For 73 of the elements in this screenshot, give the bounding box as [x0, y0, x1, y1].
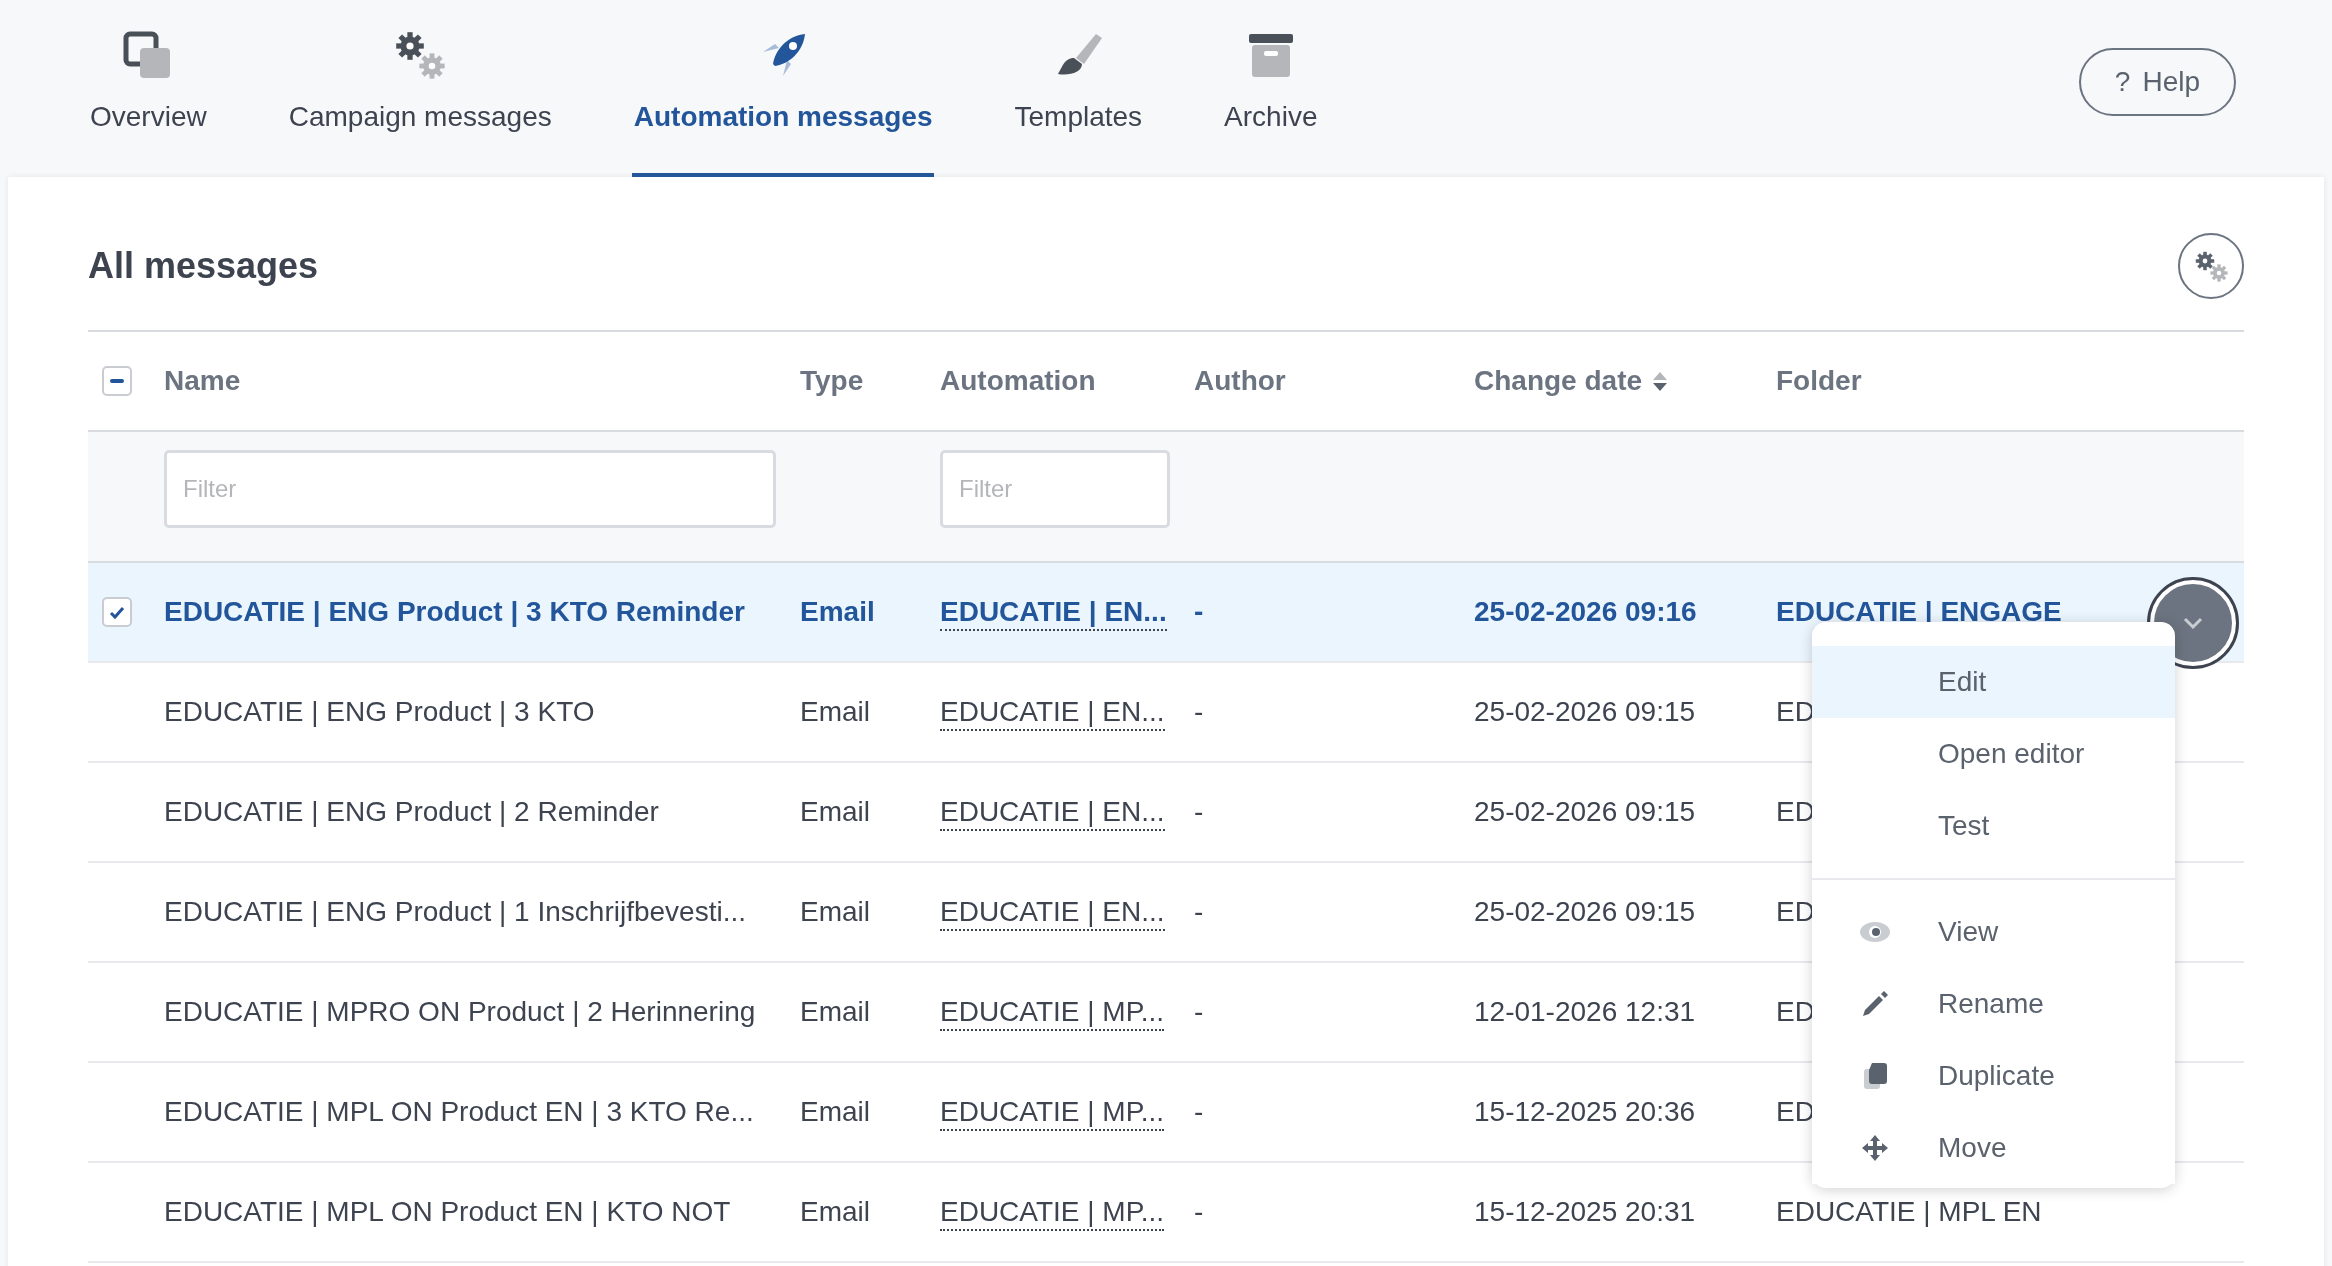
table-cell: - [1194, 596, 1204, 627]
table-cell: 25-02-2026 09:16 [1474, 596, 1697, 627]
menu-item[interactable]: Rename [1812, 968, 2175, 1040]
table-cell: Email [800, 1196, 870, 1227]
table-cell: Email [800, 796, 870, 827]
menu-item[interactable]: Duplicate [1812, 1040, 2175, 1112]
column-header[interactable]: Change date [1474, 360, 1643, 402]
table-cell: EDUCATIE | MPL ON Product EN | 3 KTO Re... [164, 1096, 754, 1127]
table-cell: EDUCATIE | MPL EN [1776, 1196, 2042, 1227]
table-cell: Email [800, 596, 875, 627]
table-cell: ED [1776, 896, 1815, 927]
menu-item[interactable]: View [1812, 896, 2175, 968]
nav-tab[interactable]: Templates [1012, 0, 1145, 177]
table-cell: - [1194, 996, 1204, 1027]
panel-title: All messages [88, 244, 319, 288]
row-checkbox[interactable] [102, 597, 132, 627]
column-header: Author [1194, 364, 1286, 398]
table-cell: - [1194, 696, 1204, 727]
table-cell: EDUCATIE | ENG Product | 1 Inschrijfbevesti... [164, 896, 746, 927]
table-cell: EDUCATIE | MPL ON Product EN | KTO NOT [164, 1196, 731, 1227]
table-cell: Email [800, 896, 870, 927]
table-cell: ED [1776, 996, 1815, 1027]
table-cell: ED [1776, 696, 1815, 727]
table-cell: 25-02-2026 09:15 [1474, 796, 1696, 827]
filter-field[interactable]: Filter [940, 450, 1170, 528]
table-cell: EDUCATIE | MPRO ON Product | 2 Herinnering [164, 996, 756, 1027]
table-cell: 25-02-2026 09:15 [1474, 896, 1696, 927]
automation-link[interactable]: EDUCATIE | MP... [940, 996, 1165, 1031]
gears-icon [394, 30, 447, 82]
help-button[interactable]: ? Help [2078, 48, 2236, 116]
table-cell: ED [1776, 1096, 1815, 1127]
gears-icon [2193, 249, 2229, 283]
column-header: Folder [1776, 364, 1862, 398]
eye-icon [1859, 921, 1891, 943]
table-cell: Email [800, 696, 870, 727]
table-cell: 25-02-2026 09:15 [1474, 696, 1696, 727]
table-cell: - [1194, 1096, 1204, 1127]
nav-tab[interactable]: Overview [88, 0, 209, 177]
table-cell: 15-12-2025 20:31 [1474, 1196, 1696, 1227]
nav-tab[interactable]: Campaign messages [286, 0, 554, 177]
table-cell: - [1194, 896, 1204, 927]
table-cell: Email [800, 996, 870, 1027]
select-all-checkbox[interactable] [102, 366, 132, 396]
automation-link[interactable]: EDUCATIE | EN... [940, 596, 1167, 631]
automation-link[interactable]: EDUCATIE | MP... [940, 1096, 1165, 1131]
check-icon [108, 604, 126, 620]
column-header: Type [800, 364, 864, 398]
table-cell: 12-01-2026 12:31 [1474, 996, 1696, 1027]
column-header: Name [164, 364, 241, 398]
menu-item[interactable]: Move [1812, 1112, 2175, 1184]
table-cell: 15-12-2025 20:36 [1474, 1096, 1696, 1127]
automation-link[interactable]: EDUCATIE | EN... [940, 896, 1165, 931]
table-cell: EDUCATIE | ENG Product | 3 KTO [164, 696, 595, 727]
table-cell: ED [1776, 796, 1815, 827]
menu-item[interactable]: Edit [1812, 646, 2175, 718]
menu-item[interactable]: Open editor [1812, 718, 2175, 790]
chevron-down-icon [2183, 617, 2203, 629]
move-arrows-icon [1860, 1134, 1890, 1162]
settings-button[interactable] [2178, 233, 2244, 299]
table-cell: EDUCATIE | ENG Product | 3 KTO Reminder [164, 596, 745, 627]
nav-tab[interactable]: Archive [1222, 0, 1320, 177]
menu-item[interactable]: Test [1812, 790, 2175, 862]
table-cell: Email [800, 1096, 870, 1127]
table-cell: - [1194, 796, 1204, 827]
table-cell: EDUCATIE | ENG Product | 2 Reminder [164, 796, 659, 827]
filter-field[interactable]: Filter [164, 450, 776, 528]
column-header: Automation [940, 364, 1096, 398]
table-cell: - [1194, 1196, 1204, 1227]
pencil-icon [1861, 990, 1889, 1018]
automation-link[interactable]: EDUCATIE | EN... [940, 696, 1165, 731]
automation-link[interactable]: EDUCATIE | EN... [940, 796, 1165, 831]
copy-icon [1862, 1061, 1888, 1091]
automation-link[interactable]: EDUCATIE | MP... [940, 1196, 1165, 1231]
